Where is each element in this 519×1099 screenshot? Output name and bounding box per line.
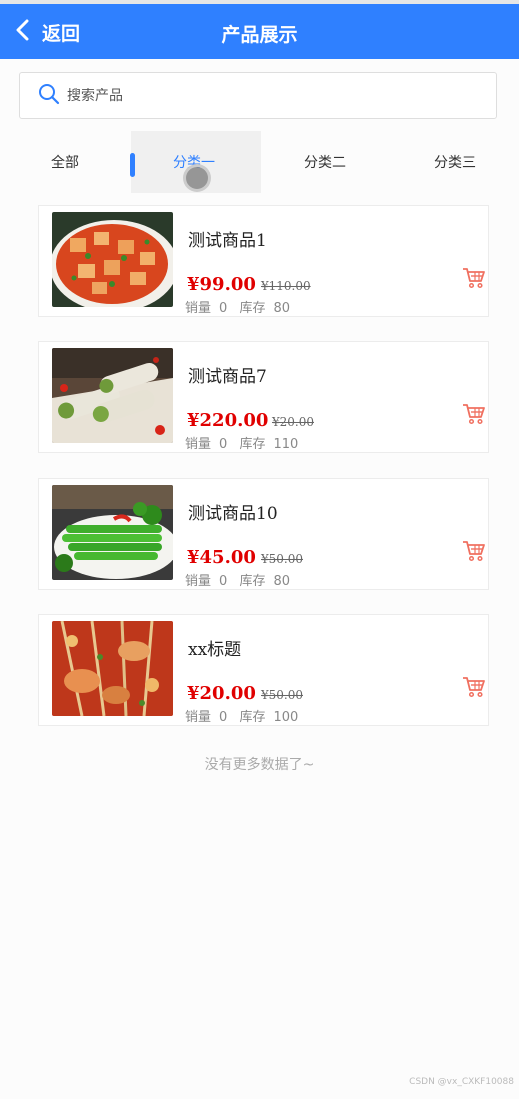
product-card[interactable]: 测试商品1 ¥99.00 ¥110.00 销量 0 库存 80: [38, 205, 489, 317]
active-tab-indicator: [130, 153, 135, 177]
sales-label: 销量: [185, 710, 212, 725]
product-name: 测试商品10: [188, 504, 278, 524]
sales-label: 销量: [185, 437, 212, 452]
product-price: ¥99.00: [187, 274, 256, 295]
tab-category-3[interactable]: 分类三: [434, 131, 476, 193]
product-stats: 销量 0 库存 80: [185, 297, 298, 316]
product-image-greens: [52, 485, 173, 580]
touch-indicator: [183, 164, 211, 192]
product-original-price: ¥20.00: [272, 415, 314, 429]
tab-all[interactable]: 全部: [51, 131, 79, 193]
product-card[interactable]: 测试商品7 ¥220.00 ¥20.00 销量 0 库存 110: [38, 341, 489, 453]
stock-count: 80: [273, 301, 290, 316]
product-name: 测试商品7: [188, 367, 267, 387]
product-stats: 销量 0 库存 110: [185, 433, 306, 452]
navbar: 返回 产品展示: [0, 4, 519, 59]
product-image-mapo-tofu: [52, 212, 173, 307]
category-tabs: 全部 分类一 分类二 分类三: [0, 131, 519, 193]
product-image-skewers: [52, 621, 173, 716]
cart-icon[interactable]: [462, 402, 486, 426]
product-original-price: ¥50.00: [261, 552, 303, 566]
stock-count: 100: [273, 710, 299, 725]
product-card[interactable]: xx标题 ¥20.00 ¥50.00 销量 0 库存 100: [38, 614, 489, 726]
cart-icon[interactable]: [462, 675, 486, 699]
cart-icon[interactable]: [462, 539, 486, 563]
search-icon: [38, 83, 60, 109]
stock-label: 库存: [239, 710, 266, 725]
search-input[interactable]: [67, 87, 447, 104]
product-name: xx标题: [188, 640, 242, 660]
product-name: 测试商品1: [188, 231, 267, 251]
sales-count: 0: [219, 301, 228, 316]
stock-count: 110: [273, 437, 299, 452]
tab-category-2[interactable]: 分类二: [304, 131, 346, 193]
product-price: ¥20.00: [187, 683, 256, 704]
stock-label: 库存: [239, 301, 266, 316]
product-stats: 销量 0 库存 100: [185, 706, 306, 725]
no-more-data-text: 没有更多数据了~: [204, 757, 315, 773]
search-bar[interactable]: [19, 72, 497, 119]
stock-label: 库存: [239, 437, 266, 452]
product-original-price: ¥110.00: [261, 279, 311, 293]
product-original-price: ¥50.00: [261, 688, 303, 702]
sales-label: 销量: [185, 574, 212, 589]
stock-label: 库存: [239, 574, 266, 589]
watermark: CSDN @vx_CXKF10088: [409, 1077, 514, 1087]
product-image-rolls: [52, 348, 173, 443]
sales-count: 0: [219, 574, 228, 589]
sales-count: 0: [219, 710, 228, 725]
product-card[interactable]: 测试商品10 ¥45.00 ¥50.00 销量 0 库存 80: [38, 478, 489, 590]
product-stats: 销量 0 库存 80: [185, 570, 298, 589]
page-title: 产品展示: [221, 24, 298, 46]
cart-icon[interactable]: [462, 266, 486, 290]
sales-label: 销量: [185, 301, 212, 316]
stock-count: 80: [273, 574, 290, 589]
product-price: ¥45.00: [187, 547, 256, 568]
product-price: ¥220.00: [187, 410, 269, 431]
sales-count: 0: [219, 437, 228, 452]
